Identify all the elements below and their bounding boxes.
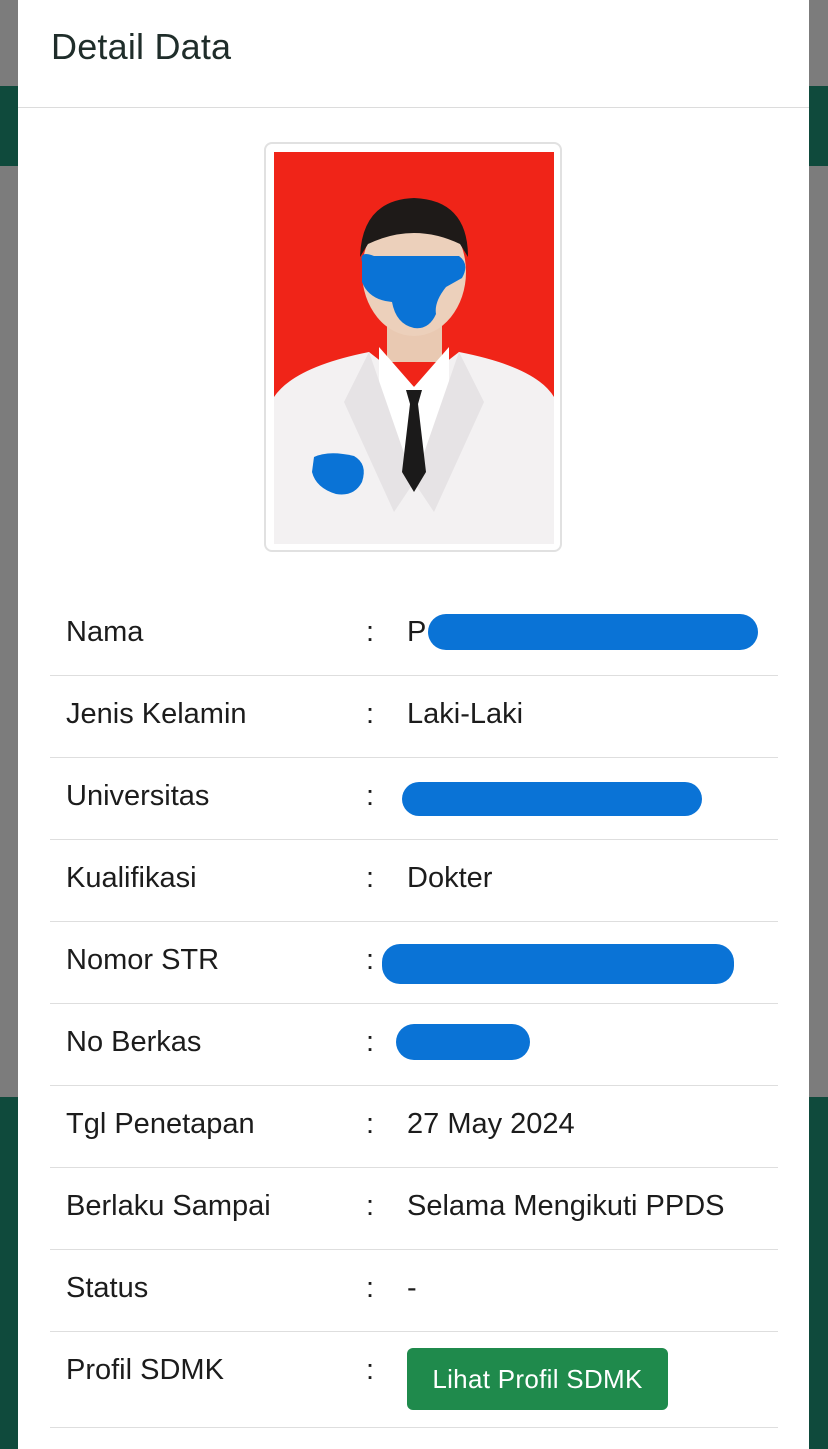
row-label: Jenis Kelamin xyxy=(66,698,247,730)
row-value: 27 May 2024 xyxy=(407,1108,575,1140)
row-colon: : xyxy=(366,1190,375,1222)
detail-modal: Detail Data Nama: P Jenis Kelamin: Lak… xyxy=(18,0,809,1449)
detail-row-berlaku-sampai: Berlaku Sampai : Selama Mengikuti PPDS xyxy=(50,1168,778,1250)
row-label: No Berkas xyxy=(66,1026,202,1058)
row-label: Universitas xyxy=(66,780,210,812)
row-value: Dokter xyxy=(407,862,493,894)
detail-row-jenis-kelamin: Jenis Kelamin : Laki-Laki xyxy=(50,676,778,758)
row-value: - xyxy=(407,1272,417,1304)
profile-photo-image xyxy=(274,152,554,544)
redaction-mark xyxy=(402,782,702,816)
detail-row-universitas: Universitas : xyxy=(50,758,778,840)
lihat-profil-sdmk-button[interactable]: Lihat Profil SDMK xyxy=(407,1348,668,1410)
detail-row-status: Status : - xyxy=(50,1250,778,1332)
detail-row-nomor-str: Nomor STR : xyxy=(50,922,778,1004)
row-label: Nama xyxy=(66,616,144,648)
row-colon: : xyxy=(366,1026,375,1058)
redaction-mark xyxy=(396,1024,530,1060)
row-value: Laki-Laki xyxy=(407,698,524,730)
row-label: Kualifikasi xyxy=(66,862,197,894)
detail-table: Nama : P Jenis Kelamin : Laki-Laki Unive… xyxy=(50,594,778,1428)
row-label: Berlaku Sampai xyxy=(66,1190,271,1222)
redaction-mark xyxy=(382,944,734,984)
row-value: Selama Mengikuti PPDS xyxy=(407,1190,725,1222)
detail-row-kualifikasi: Kualifikasi : Dokter xyxy=(50,840,778,922)
modal-header: Detail Data xyxy=(18,0,809,108)
detail-row-tgl-penetapan: Tgl Penetapan : 27 May 2024 xyxy=(50,1086,778,1168)
modal-title: Detail Data xyxy=(51,26,232,67)
row-colon: : xyxy=(366,1354,375,1386)
row-colon: : xyxy=(366,944,375,976)
row-colon: : xyxy=(366,616,375,648)
row-label: Tgl Penetapan xyxy=(66,1108,255,1140)
row-colon: : xyxy=(366,780,375,812)
row-label: Status xyxy=(66,1272,149,1304)
row-label: Profil SDMK xyxy=(66,1354,224,1386)
row-label: Nomor STR xyxy=(66,944,220,976)
row-colon: : xyxy=(366,862,375,894)
row-colon: : xyxy=(366,1272,375,1304)
row-colon: : xyxy=(366,1108,375,1140)
detail-row-no-berkas: No Berkas : xyxy=(50,1004,778,1086)
row-colon: : xyxy=(366,698,375,730)
redaction-mark xyxy=(428,614,758,650)
row-value: P xyxy=(407,616,427,648)
detail-row-profil-sdmk: Profil SDMK : Lihat Profil SDMK xyxy=(50,1332,778,1428)
detail-row-nama: Nama : P xyxy=(50,594,778,676)
profile-photo-frame xyxy=(264,142,562,552)
profile-photo xyxy=(274,152,554,544)
